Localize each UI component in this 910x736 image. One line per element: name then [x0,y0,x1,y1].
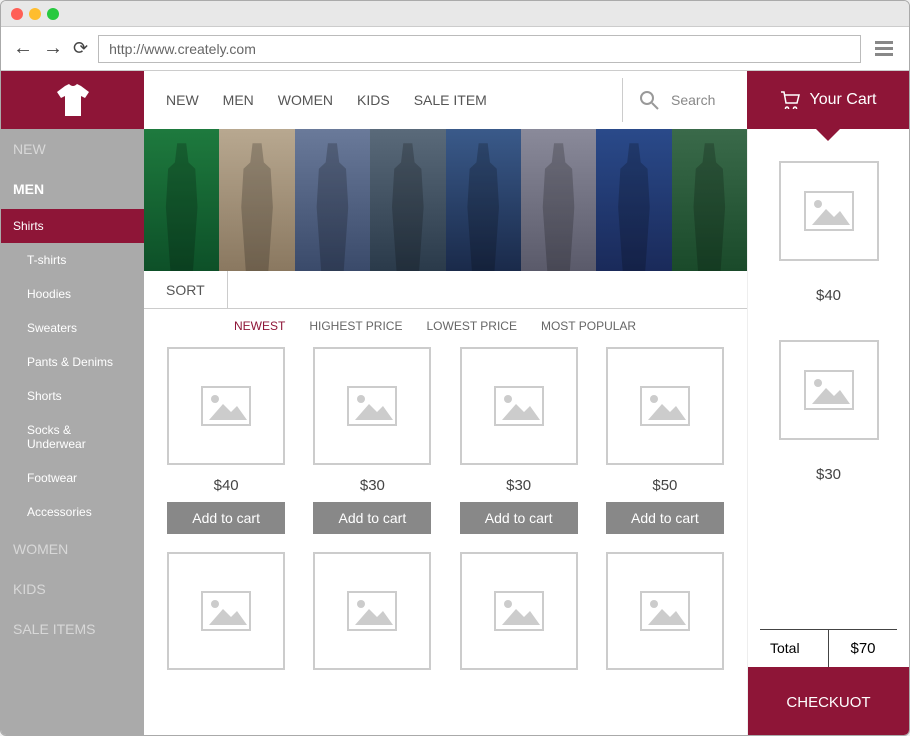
add-to-cart-button[interactable]: Add to cart [313,502,431,534]
sort-option[interactable]: NEWEST [234,319,285,333]
url-input[interactable] [98,35,861,63]
image-placeholder-icon [347,591,397,631]
product-card [162,552,290,670]
cart-header[interactable]: Your Cart [747,71,909,129]
sort-label: SORT [144,271,228,308]
topnav-item[interactable]: NEW [166,92,199,108]
sidebar-subcategory[interactable]: Accessories [1,495,144,529]
search-placeholder: Search [671,92,731,108]
sidebar-subcategory[interactable]: Shirts [1,209,144,243]
add-to-cart-button[interactable]: Add to cart [606,502,724,534]
sidebar-subcategory[interactable]: Sweaters [1,311,144,345]
product-price: $50 [652,477,677,494]
sidebar-subcategory[interactable]: Footwear [1,461,144,495]
product-card: $30 Add to cart [455,347,583,534]
product-price: $40 [214,477,239,494]
back-icon[interactable]: ← [13,37,33,60]
product-card [455,552,583,670]
topnav-item[interactable]: WOMEN [278,92,333,108]
product-card: $30 Add to cart [308,347,436,534]
sidebar: NEWMENShirtsT-shirtsHoodiesSweatersPants… [1,71,144,736]
product-thumb[interactable] [460,347,578,465]
image-placeholder-icon [494,386,544,426]
add-to-cart-button[interactable]: Add to cart [460,502,578,534]
sort-option[interactable]: MOST POPULAR [541,319,636,333]
close-icon[interactable] [11,8,23,20]
image-placeholder-icon [804,191,854,231]
checkout-button[interactable]: CHECKUOT [748,667,909,736]
product-thumb[interactable] [460,552,578,670]
cart-header-label: Your Cart [810,91,877,109]
browser-window: ← → ⟳ NEWMENShirtsT-shirtsHoodiesSweater… [0,0,910,736]
image-placeholder-icon [201,591,251,631]
sort-options: NEWEST HIGHEST PRICE LOWEST PRICE MOST POPU… [144,309,747,333]
sort-option[interactable]: LOWEST PRICE [426,319,516,333]
sidebar-subcategory[interactable]: Hoodies [1,277,144,311]
topnav-item[interactable]: MEN [223,92,254,108]
menu-icon[interactable] [871,37,897,60]
cart-total-value: $70 [829,630,897,667]
topbar: NEW MEN WOMEN KIDS SALE ITEM Search Your Car… [144,71,909,129]
cart-item: $40 [760,161,897,312]
sidebar-subcategory[interactable]: Socks & Underwear [1,413,144,461]
sort-bar: SORT [144,271,747,309]
product-grid: $40 Add to cart $30 Add to cart $30 Add to ca… [144,333,747,684]
sidebar-category[interactable]: WOMEN [1,529,144,569]
sidebar-subcategory[interactable]: T-shirts [1,243,144,277]
topnav-item[interactable]: KIDS [357,92,390,108]
image-placeholder-icon [347,386,397,426]
logo[interactable] [1,71,144,129]
minimize-icon[interactable] [29,8,41,20]
product-thumb[interactable] [313,552,431,670]
cart-total-label: Total [760,630,829,667]
product-card [601,552,729,670]
maximize-icon[interactable] [47,8,59,20]
product-card [308,552,436,670]
product-thumb[interactable] [313,347,431,465]
cart-item-thumb[interactable] [779,161,879,261]
search-icon [639,90,659,110]
cart-panel: $40 $30 Total $70 CHECKUOT [747,129,909,736]
tshirt-icon [55,82,91,118]
cart-item: $30 [760,340,897,491]
cart-total-row: Total $70 [760,629,897,667]
product-thumb[interactable] [167,347,285,465]
catalog: SORT NEWEST HIGHEST PRICE LOWEST PRICE MOST… [144,129,747,736]
image-placeholder-icon [494,591,544,631]
reload-icon[interactable]: ⟳ [73,38,88,59]
forward-icon[interactable]: → [43,37,63,60]
product-price: $30 [360,477,385,494]
browser-toolbar: ← → ⟳ [1,27,909,71]
cart-item-price: $30 [816,466,841,483]
titlebar [1,1,909,27]
sidebar-category[interactable]: NEW [1,129,144,169]
cart-item-thumb[interactable] [779,340,879,440]
sidebar-category[interactable]: MEN [1,169,144,209]
topnav-item[interactable]: SALE ITEM [414,92,487,108]
product-thumb[interactable] [606,552,724,670]
image-placeholder-icon [640,386,690,426]
product-thumb[interactable] [606,347,724,465]
add-to-cart-button[interactable]: Add to cart [167,502,285,534]
cart-icon [780,91,800,109]
image-placeholder-icon [640,591,690,631]
top-nav: NEW MEN WOMEN KIDS SALE ITEM [144,71,622,129]
cart-item-price: $40 [816,287,841,304]
sidebar-subcategory[interactable]: Pants & Denims [1,345,144,379]
product-card: $50 Add to cart [601,347,729,534]
product-card: $40 Add to cart [162,347,290,534]
search-box[interactable]: Search [622,78,747,122]
sidebar-category[interactable]: KIDS [1,569,144,609]
image-placeholder-icon [201,386,251,426]
product-thumb[interactable] [167,552,285,670]
hero-banner [144,129,747,271]
sidebar-category[interactable]: SALE ITEMS [1,609,144,649]
product-price: $30 [506,477,531,494]
image-placeholder-icon [804,370,854,410]
sort-option[interactable]: HIGHEST PRICE [309,319,402,333]
sidebar-subcategory[interactable]: Shorts [1,379,144,413]
